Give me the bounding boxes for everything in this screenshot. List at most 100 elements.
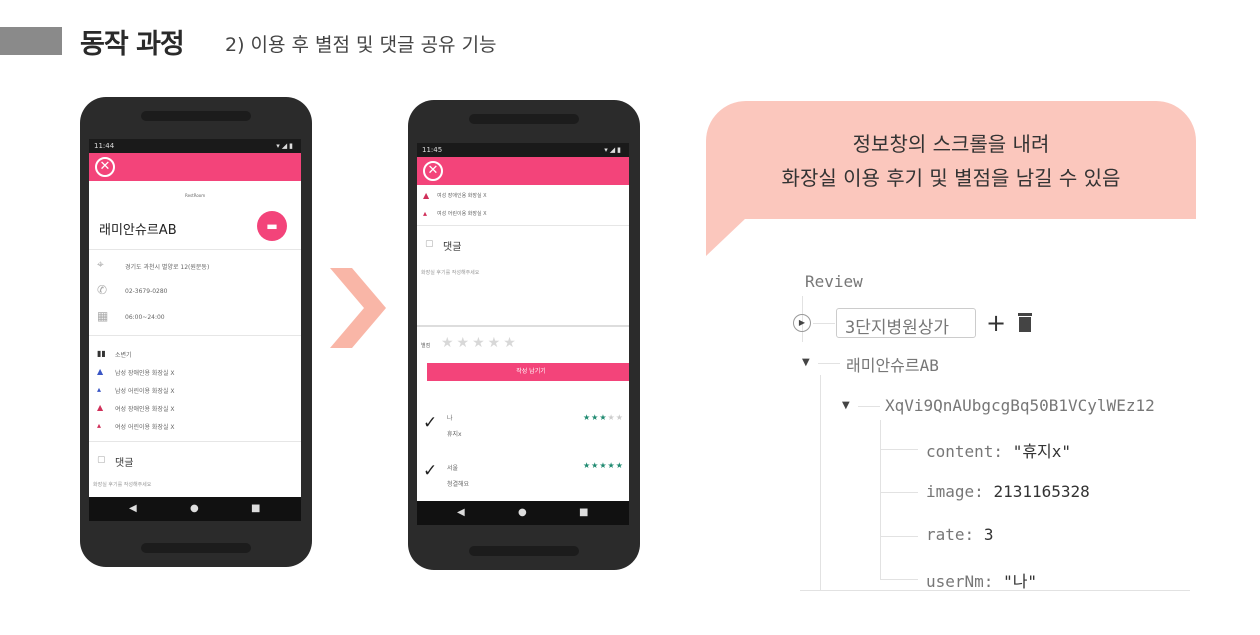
phone-mockup-2: 11:45 ▾◢▮ ✕ ▲ 여성 장애인용 화장실 X ▴ 여성 어린이용 화장… (408, 100, 640, 570)
tree-line (880, 420, 881, 580)
status-bar: 11:45 ▾◢▮ (417, 143, 629, 157)
field-value: "휴지x" (1012, 442, 1072, 461)
review-user: 서울 (447, 465, 459, 472)
male-icon: ▲ (97, 367, 104, 376)
star-rating-input[interactable]: ★★★★★ (441, 335, 519, 351)
callout-line-1: 정보창의 스크롤을 내려 (852, 132, 1050, 156)
rating-label: 별점 (421, 343, 431, 349)
db-child-key[interactable]: 래미안슈르AB (846, 352, 939, 376)
male-child-icon: ▴ (97, 385, 102, 394)
comment-label: 댓글 (115, 458, 134, 469)
phone-speaker (469, 114, 579, 124)
tree-line (880, 536, 918, 537)
status-icons: ▾◢▮ (604, 146, 623, 154)
app-bar: ✕ (417, 157, 629, 185)
review-stars: ★★★★★ (583, 461, 624, 470)
comment-input[interactable]: 화장실 후기를 작성해주세요 (421, 269, 479, 276)
divider (417, 225, 629, 226)
page-subtitle: 2) 이용 후 별점 및 댓글 공유 기능 (225, 34, 497, 56)
field-key: userNm: (926, 572, 994, 591)
tree-line (880, 449, 918, 450)
db-push-id[interactable]: XqVi9QnAUbgcgBq50B1VCylWEz12 (885, 396, 1155, 415)
expand-play-icon[interactable]: ▶ (793, 314, 811, 332)
back-icon[interactable]: ◀ (129, 503, 137, 514)
close-icon[interactable]: ✕ (423, 161, 443, 181)
female-icon: ▲ (423, 191, 430, 200)
field-value: 2131165328 (993, 482, 1090, 501)
facility-item: 여성 어린이용 화장실 X (437, 211, 487, 217)
db-root-key[interactable]: Review (805, 272, 863, 291)
comment-input-underline (417, 325, 629, 327)
field-value: 3 (983, 525, 994, 544)
android-nav-bar: ◀ ● ■ (89, 497, 301, 521)
tree-line (820, 375, 821, 590)
phone-speaker (141, 543, 251, 553)
hours-text: 06:00~24:00 (125, 314, 165, 321)
female-child-icon: ▴ (97, 421, 102, 430)
tree-line (813, 323, 835, 324)
female-child-icon: ▴ (423, 209, 428, 218)
header-accent-bar (0, 27, 62, 55)
android-nav-bar: ◀ ● ■ (417, 501, 629, 525)
recents-icon[interactable]: ■ (579, 507, 588, 518)
recents-icon[interactable]: ■ (251, 503, 260, 514)
comment-icon: ▢ (425, 239, 434, 249)
db-field-rate[interactable]: rate: 3 (926, 525, 993, 544)
facility-item: 여성 장애인용 화장실 X (115, 406, 175, 413)
page-title: 동작 과정 (80, 29, 185, 60)
divider (89, 249, 301, 250)
field-key: rate: (926, 525, 975, 544)
tree-line (880, 579, 918, 580)
divider (89, 441, 301, 442)
checkmark-icon: ✓ (423, 413, 438, 433)
db-field-usernm[interactable]: userNm: "나" (926, 568, 1037, 592)
facility-item: 남성 장애인용 화장실 X (115, 370, 175, 377)
female-icon: ▲ (97, 403, 104, 412)
logo: RestRoom (185, 193, 206, 198)
review-stars: ★★★★★ (583, 413, 624, 422)
tree-line (880, 492, 918, 493)
tree-line (818, 363, 840, 364)
add-icon[interactable]: + (986, 309, 1006, 337)
review-user: 나 (447, 415, 453, 422)
tree-line (858, 406, 880, 407)
chevron-down-icon[interactable]: ▼ (802, 357, 810, 368)
submit-review-button[interactable]: 작성 남기기 (427, 363, 629, 381)
location-icon: ⌖ (97, 257, 104, 271)
chevron-down-icon[interactable]: ▼ (842, 400, 850, 411)
back-icon[interactable]: ◀ (457, 507, 465, 518)
phone-screen-1: 11:44 ▾◢▮ ✕ RestRoom 래미안슈르AB ▬ ⌖ 경기도 과천시… (89, 139, 301, 521)
phone-speaker (469, 546, 579, 556)
callout-line-2: 화장실 이용 후기 및 별점을 남길 수 있음 (781, 166, 1121, 190)
db-node-key-input[interactable]: 3단지병원상가 (836, 308, 976, 338)
phone-speaker (141, 111, 251, 121)
field-key: image: (926, 482, 984, 501)
phone-text: 02-3679-0280 (125, 288, 168, 295)
facility-item: 소변기 (115, 352, 132, 359)
field-value: "나" (1003, 572, 1038, 591)
comment-label: 댓글 (443, 242, 462, 253)
callout-text: 정보창의 스크롤을 내려 화장실 이용 후기 및 별점을 남길 수 있음 (706, 127, 1196, 195)
calendar-icon: ▦ (97, 309, 109, 323)
comment-icon: ▢ (97, 455, 106, 465)
comment-hint: 화장실 후기를 작성해주세요 (93, 482, 152, 488)
facility-item: 남성 어린이용 화장실 X (115, 388, 175, 395)
address-text: 경기도 과천시 별양로 12(원문동) (125, 264, 210, 271)
app-bar: ✕ (89, 153, 301, 181)
home-icon[interactable]: ● (518, 507, 527, 518)
status-time: 11:44 (94, 142, 115, 150)
home-icon[interactable]: ● (190, 503, 199, 514)
close-icon[interactable]: ✕ (95, 157, 115, 177)
phone-mockup-1: 11:44 ▾◢▮ ✕ RestRoom 래미안슈르AB ▬ ⌖ 경기도 과천시… (80, 97, 312, 567)
chevron-right-icon (330, 268, 386, 348)
phone-icon: ✆ (97, 283, 108, 297)
tree-bottom-border (800, 590, 1190, 591)
status-icons: ▾◢▮ (276, 142, 295, 150)
facility-item: 여성 장애인용 화장실 X (437, 193, 487, 199)
db-field-image[interactable]: image: 2131165328 (926, 482, 1090, 501)
chat-icon[interactable]: ▬ (257, 211, 287, 241)
facility-item: 여성 어린이용 화장실 X (115, 424, 175, 431)
db-field-content[interactable]: content: "휴지x" (926, 438, 1071, 462)
divider (89, 335, 301, 336)
trash-icon[interactable] (1017, 312, 1033, 332)
